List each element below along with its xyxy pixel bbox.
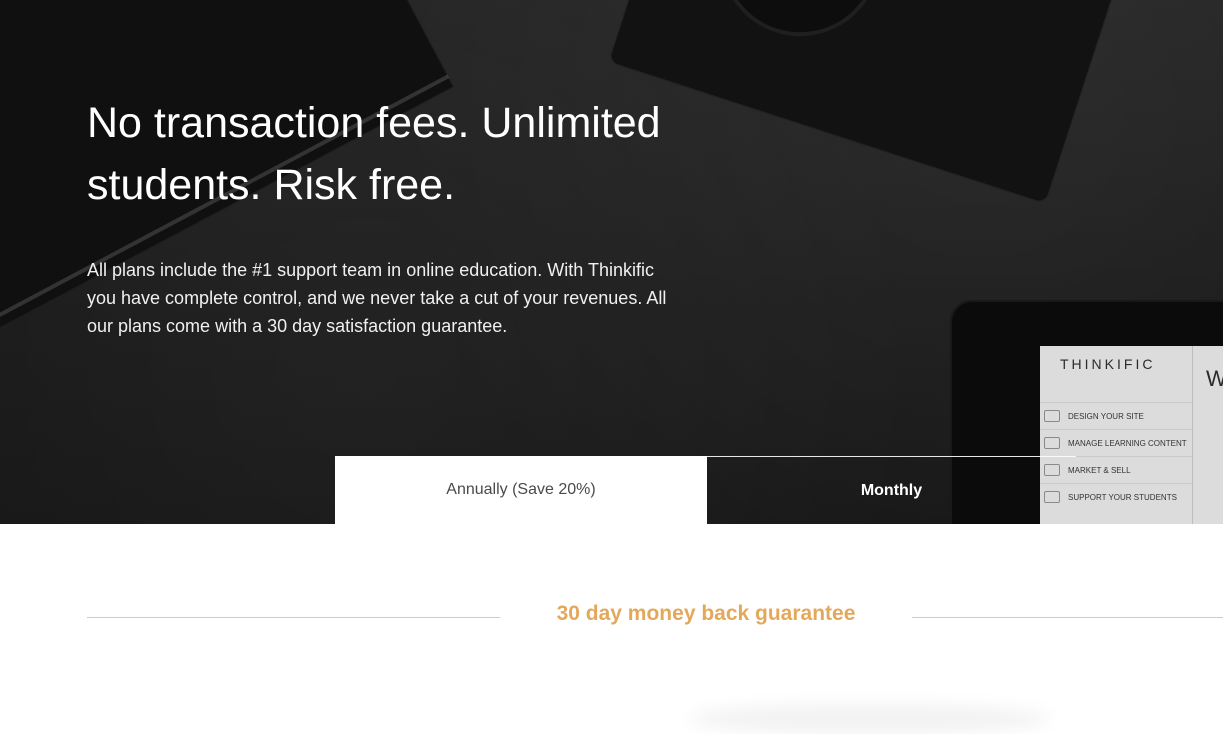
card-shadow — [690, 704, 1050, 734]
tablet-partial-heading: W — [1206, 366, 1223, 391]
tablet-menu-item: MANAGE LEARNING CONTENT — [1040, 429, 1192, 456]
tablet-brand: THINKIFIC — [1060, 356, 1156, 372]
guarantee-heading: 30 day money back guarantee — [556, 602, 856, 625]
billing-toggle: Annually (Save 20%) Monthly — [335, 456, 1076, 524]
divider-left — [87, 617, 500, 618]
edit-icon — [1044, 437, 1060, 449]
hero-headline: No transaction fees. Unlimited students.… — [87, 99, 661, 209]
tablet-menu-item: DESIGN YOUR SITE — [1040, 402, 1192, 429]
layout-icon — [1044, 410, 1060, 422]
guarantee-section: 30 day money back guarantee — [0, 524, 1223, 734]
hero-subtext: All plans include the #1 support team in… — [87, 260, 667, 336]
billing-tab-monthly[interactable]: Monthly — [707, 456, 1076, 524]
billing-tab-annually[interactable]: Annually (Save 20%) — [335, 456, 707, 524]
divider-right — [912, 617, 1223, 618]
camera-lens — [699, 0, 901, 58]
hero-section: THINKIFIC DESIGN YOUR SITE MANAGE LEARNI… — [0, 0, 1223, 524]
